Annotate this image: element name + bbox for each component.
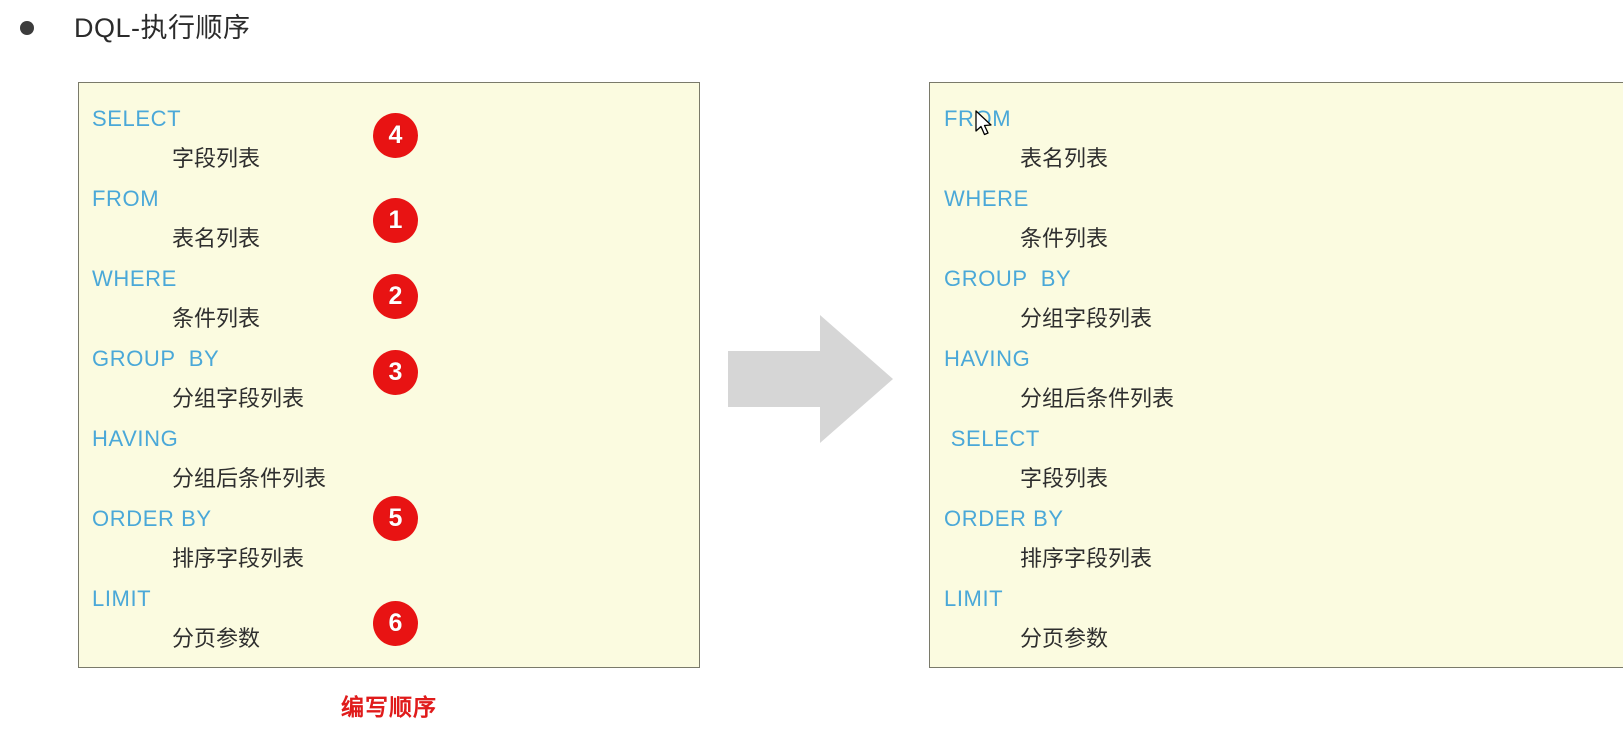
page-header: DQL-执行顺序 (0, 0, 1623, 56)
sql-value: 分组后条件列表 (172, 466, 327, 491)
order-badge: 1 (373, 198, 418, 243)
sql-value: 排序字段列表 (1020, 546, 1153, 571)
bullet-dot-icon (20, 21, 34, 35)
order-badge: 6 (373, 601, 418, 646)
sql-value: 表名列表 (1020, 146, 1109, 171)
sql-value: 排序字段列表 (172, 546, 305, 571)
sql-keyword: WHERE (944, 186, 1029, 211)
sql-value: 条件列表 (1020, 226, 1109, 251)
order-badge: 3 (373, 350, 418, 395)
sql-keyword: SELECT (944, 426, 1040, 451)
order-badge: 5 (373, 496, 418, 541)
execution-order-code-box: FROM 表名列表 WHERE 条件列表 GROUP BY 分组字段列表 HAV… (929, 82, 1623, 668)
sql-keyword: GROUP BY (944, 266, 1072, 291)
page-title: DQL-执行顺序 (74, 12, 251, 43)
right-arrow-icon (728, 315, 893, 443)
order-badge: 2 (373, 274, 418, 319)
sql-keyword: ORDER BY (944, 506, 1064, 531)
order-badge: 4 (373, 113, 418, 158)
writing-order-caption: 编写顺序 (341, 694, 437, 720)
sql-keyword: HAVING (944, 346, 1031, 371)
sql-value: 分组字段列表 (1020, 306, 1153, 331)
sql-keyword: HAVING (92, 426, 179, 451)
sql-keyword: LIMIT (944, 586, 1004, 611)
sql-value: 分页参数 (1020, 626, 1109, 651)
sql-value: 分组后条件列表 (1020, 386, 1175, 411)
sql-value: 字段列表 (1020, 466, 1109, 491)
sql-keyword: FROM (944, 106, 1012, 131)
